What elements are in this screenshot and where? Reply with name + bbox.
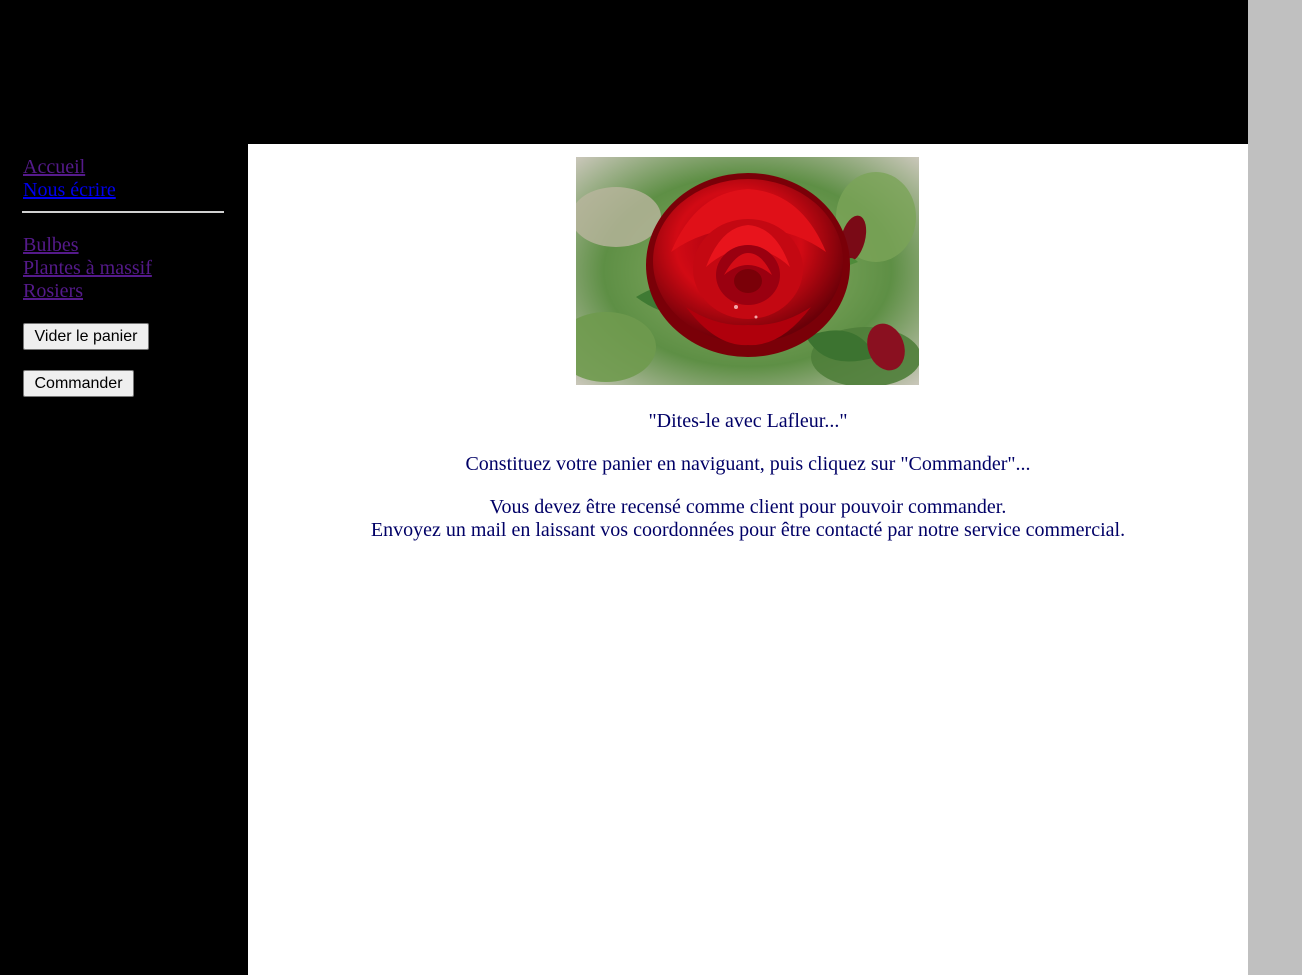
page: Accueil Nous écrire Bulbes Plantes à mas…	[0, 0, 1248, 975]
category-links: Bulbes Plantes à massif Rosiers	[23, 234, 152, 303]
client-info-line-1: Vous devez être recensé comme client pou…	[489, 496, 1007, 518]
scroll-gutter	[1248, 0, 1302, 975]
empty-cart-button[interactable]: Vider le panier	[23, 323, 149, 350]
main-content: "Dites-le avec Lafleur..." Constituez vo…	[248, 144, 1248, 975]
client-info-text: Vous devez être recensé comme client pou…	[248, 496, 1248, 542]
nav-link-accueil[interactable]: Accueil	[23, 156, 116, 179]
slogan-text: "Dites-le avec Lafleur..."	[648, 410, 848, 432]
sidebar-divider	[22, 211, 224, 213]
category-link-plantes-a-massif[interactable]: Plantes à massif	[23, 257, 152, 280]
client-info-line-2: Envoyez un mail en laissant vos coordonn…	[370, 519, 1126, 541]
header-banner	[0, 0, 1248, 144]
nav-link-nous-ecrire[interactable]: Nous écrire	[23, 179, 116, 202]
sidebar: Accueil Nous écrire Bulbes Plantes à mas…	[0, 144, 248, 975]
instructions-text: Constituez votre panier en naviguant, pu…	[465, 453, 1031, 475]
category-link-rosiers[interactable]: Rosiers	[23, 280, 152, 303]
category-link-bulbes[interactable]: Bulbes	[23, 234, 152, 257]
order-button[interactable]: Commander	[23, 370, 134, 397]
nav-links: Accueil Nous écrire	[23, 156, 116, 202]
rose-image	[576, 157, 919, 385]
